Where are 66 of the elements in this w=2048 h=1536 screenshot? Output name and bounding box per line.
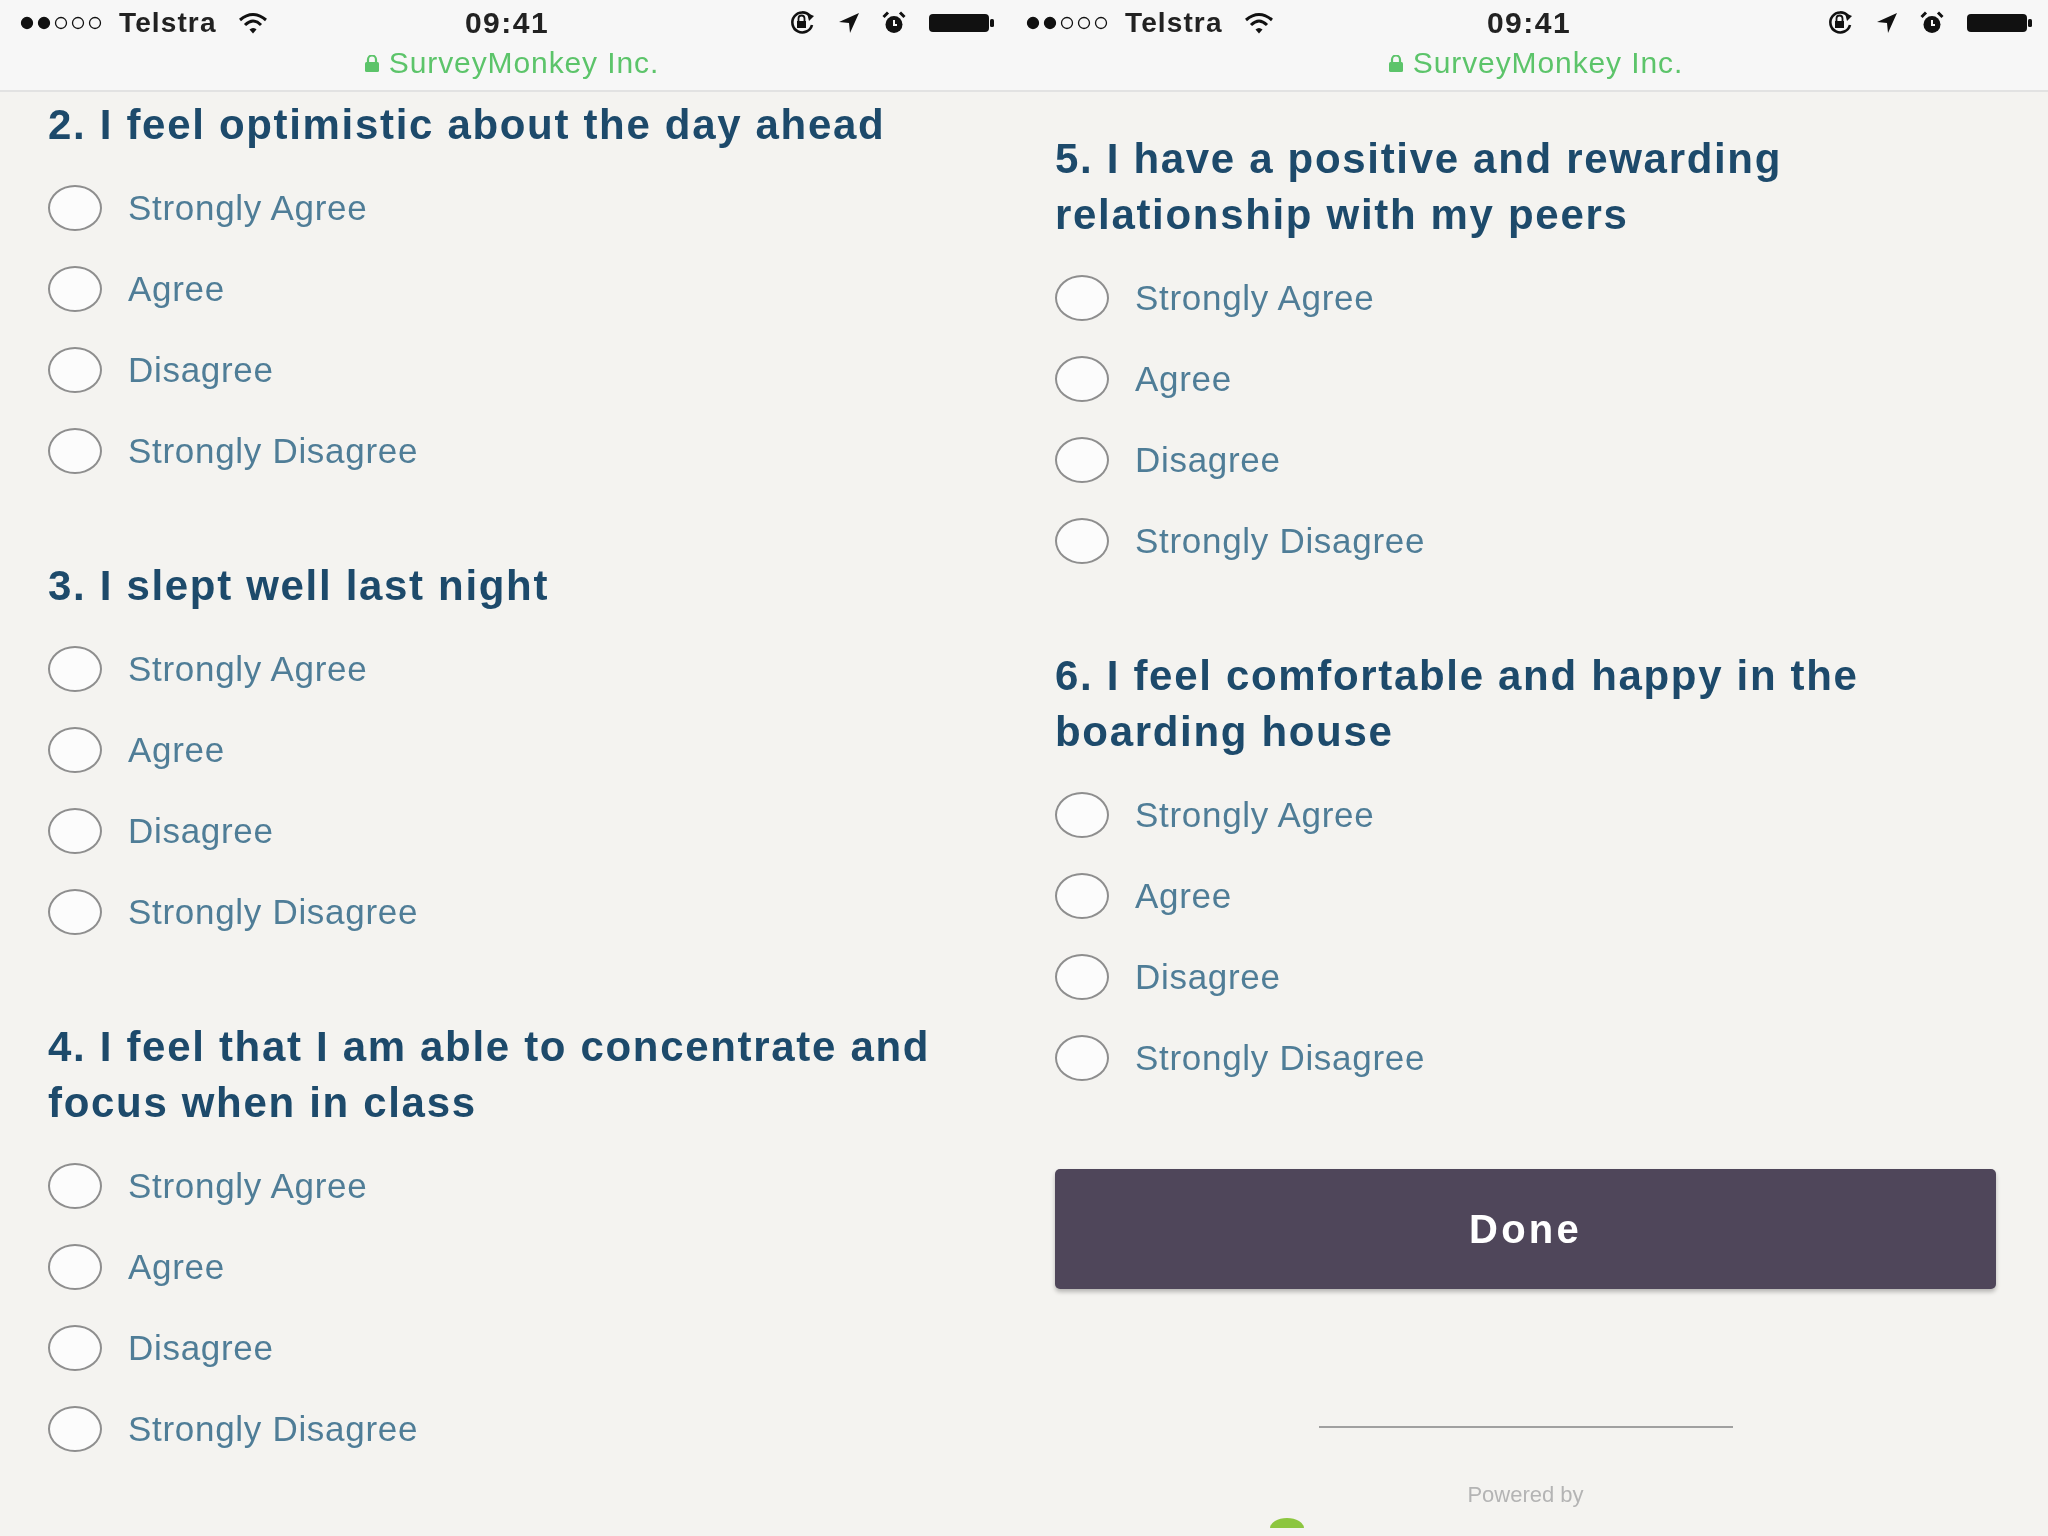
radio-button[interactable] (48, 1162, 102, 1209)
alarm-clock-icon (1920, 11, 1944, 35)
radio-button[interactable] (1055, 436, 1109, 483)
option-label[interactable]: Disagree (128, 813, 274, 848)
radio-button[interactable] (48, 1243, 102, 1290)
question-title: 5. I have a positive and rewarding relationship with my peers (1055, 134, 1783, 240)
carrier-name: Telstra (119, 9, 217, 37)
radio-button[interactable] (1055, 1034, 1109, 1081)
option-label[interactable]: Strongly Agree (128, 190, 368, 225)
status-time: 09:41 (464, 8, 550, 38)
radio-button[interactable] (1055, 355, 1109, 402)
option-label[interactable]: Disagree (1135, 442, 1281, 477)
option-label[interactable]: Disagree (1135, 959, 1281, 994)
location-arrow-icon (1876, 12, 1898, 34)
question-title: 4. I feel that I am able to concentrate and focus when in class (48, 1022, 932, 1128)
radio-button[interactable] (48, 645, 102, 692)
option-label[interactable]: Strongly Disagree (128, 1411, 419, 1446)
powered-by-text: Powered by (1467, 1484, 1584, 1506)
option-label[interactable]: Strongly Disagree (1135, 1040, 1426, 1075)
radio-button[interactable] (48, 346, 102, 393)
lock-icon (364, 54, 379, 72)
question-title: 2. I feel optimistic about the day ahead (48, 100, 887, 150)
battery-icon (1966, 13, 2032, 33)
question-title: 3. I slept well last night (48, 561, 551, 611)
option-label[interactable]: Strongly Disagree (1135, 523, 1426, 558)
wifi-icon (237, 12, 268, 34)
option-label[interactable]: Disagree (128, 1330, 274, 1365)
alarm-clock-icon (882, 11, 906, 35)
radio-button[interactable] (1055, 872, 1109, 919)
option-label[interactable]: Strongly Disagree (128, 894, 419, 929)
status-time: 09:41 (1486, 8, 1572, 38)
site-name: SurveyMonkey Inc. (1412, 48, 1684, 78)
option-label[interactable]: Agree (1135, 361, 1232, 396)
option-label[interactable]: Agree (1135, 878, 1232, 913)
radio-button[interactable] (48, 1405, 102, 1452)
rotation-lock-icon (788, 10, 816, 36)
done-button[interactable]: Done (1055, 1169, 1996, 1289)
radio-button[interactable] (1055, 517, 1109, 564)
radio-button[interactable] (48, 184, 102, 231)
radio-button[interactable] (48, 265, 102, 312)
battery-icon (928, 13, 994, 33)
lock-icon (1388, 54, 1403, 72)
option-label[interactable]: Agree (128, 732, 225, 767)
rotation-lock-icon (1826, 10, 1854, 36)
option-label[interactable]: Strongly Agree (128, 1168, 368, 1203)
location-arrow-icon (838, 12, 860, 34)
option-label[interactable]: Disagree (128, 352, 274, 387)
option-label[interactable]: Strongly Agree (1135, 797, 1375, 832)
site-name: SurveyMonkey Inc. (388, 48, 660, 78)
option-label[interactable]: Strongly Agree (1135, 280, 1375, 315)
radio-button[interactable] (48, 807, 102, 854)
option-label[interactable]: Strongly Agree (128, 651, 368, 686)
question-title: 6. I feel comfortable and happy in the boarding house (1055, 651, 1860, 757)
radio-button[interactable] (48, 427, 102, 474)
logo-icon (1270, 1518, 1304, 1528)
radio-button[interactable] (48, 888, 102, 935)
radio-button[interactable] (1055, 274, 1109, 321)
option-label[interactable]: Strongly Disagree (128, 433, 419, 468)
option-label[interactable]: Agree (128, 271, 225, 306)
radio-button[interactable] (48, 726, 102, 773)
radio-button[interactable] (48, 1324, 102, 1371)
wifi-icon (1243, 12, 1274, 34)
option-label[interactable]: Agree (128, 1249, 225, 1284)
radio-button[interactable] (1055, 791, 1109, 838)
carrier-name: Telstra (1125, 9, 1223, 37)
radio-button[interactable] (1055, 953, 1109, 1000)
